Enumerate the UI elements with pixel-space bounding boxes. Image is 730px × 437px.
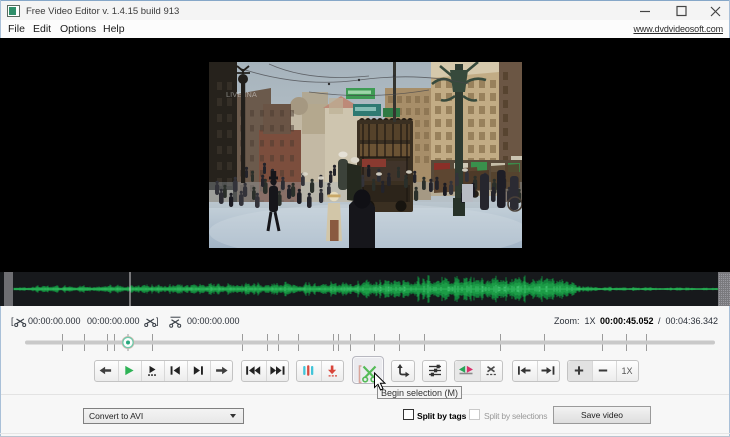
svg-text:1X: 1X <box>621 366 632 376</box>
